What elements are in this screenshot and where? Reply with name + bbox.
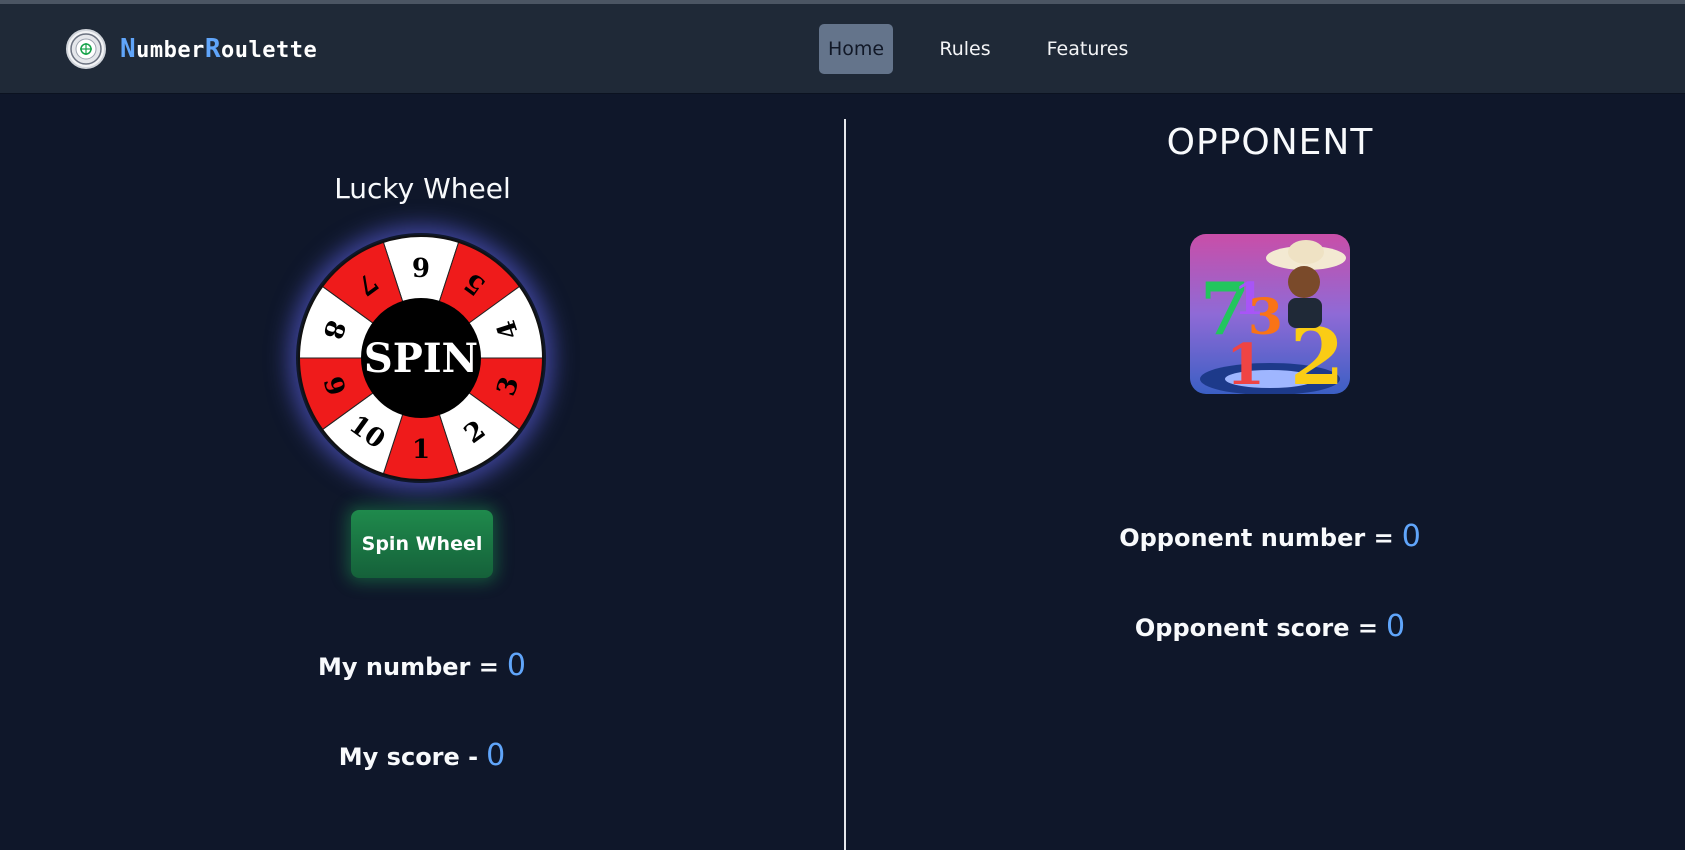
svg-text:1: 1 (1226, 332, 1265, 394)
wheel-title: Lucky Wheel (334, 172, 511, 205)
my-score-label: My score - (338, 743, 479, 771)
my-score: My score -0 (222, 738, 622, 773)
opponent-title: OPPONENT (1166, 122, 1374, 163)
my-score-value: 0 (486, 738, 506, 773)
my-number: My number = 0 (222, 648, 622, 683)
nav-features[interactable]: Features (1040, 24, 1135, 74)
opponent-score: Opponent score = 0 (1060, 609, 1480, 644)
opponent-score-value: 0 (1386, 609, 1406, 644)
roulette-logo-icon (66, 29, 106, 69)
wheel-center-label[interactable]: SPIN (364, 335, 478, 382)
brand[interactable]: NumberRoulette (66, 29, 317, 69)
opponent-score-label: Opponent score = (1134, 614, 1378, 642)
my-number-value: 0 (506, 648, 526, 683)
opponent-number: Opponent number = 0 (1060, 519, 1480, 554)
wheel-segment-label: 6 (412, 251, 430, 281)
opponent-number-value: 0 (1401, 519, 1421, 554)
panel-divider (844, 119, 846, 850)
opponent-number-label: Opponent number = (1119, 524, 1394, 552)
wheel-segment-label: 1 (412, 435, 430, 465)
lucky-wheel[interactable]: 6 5 4 3 2 1 10 9 8 7 SPIN (296, 233, 546, 483)
nav-home[interactable]: Home (819, 24, 893, 74)
nav-rules[interactable]: Rules (930, 24, 1000, 74)
navbar: NumberRoulette Home Rules Features (0, 4, 1685, 94)
wheel-graphic[interactable]: 65432110987 SPIN (296, 233, 546, 483)
opponent-avatar: 7 1 3 1 2 (1190, 234, 1350, 394)
spin-wheel-button[interactable]: Spin Wheel (351, 510, 493, 578)
brand-name: NumberRoulette (120, 34, 318, 64)
my-number-label: My number = (318, 653, 499, 681)
